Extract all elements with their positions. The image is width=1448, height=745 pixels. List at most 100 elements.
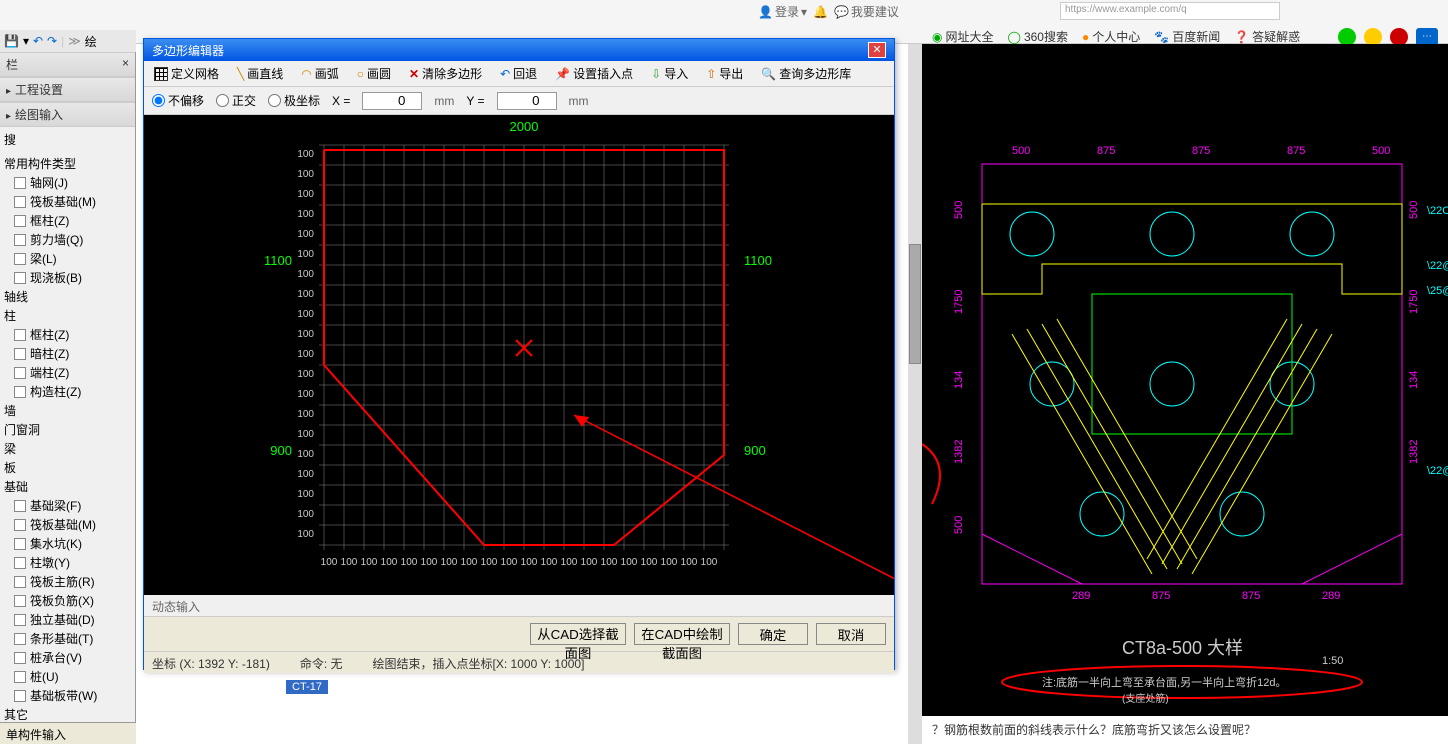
tree-item[interactable]: 框柱(Z) bbox=[0, 325, 135, 344]
tree-item[interactable]: 基础板带(W) bbox=[0, 686, 135, 705]
tree-item[interactable]: 现浇板(B) bbox=[0, 268, 135, 287]
svg-text:100: 100 bbox=[401, 557, 418, 568]
right-scrollbar[interactable] bbox=[908, 44, 922, 744]
tb-draw-line[interactable]: ╲画直线 bbox=[233, 63, 287, 84]
bookmark-all[interactable]: ◉网址大全 bbox=[932, 28, 994, 45]
tree-item[interactable]: 梁(L) bbox=[0, 249, 135, 268]
bookmark-baidu[interactable]: 🐾百度新闻 bbox=[1154, 28, 1220, 45]
svg-text:100: 100 bbox=[681, 557, 698, 568]
tree-item-label: 轴网(J) bbox=[30, 174, 68, 191]
tree-item[interactable]: 轴网(J) bbox=[0, 173, 135, 192]
panel-setting[interactable]: 工程设置 bbox=[0, 77, 135, 102]
tb-draw-arc[interactable]: ◠画弧 bbox=[297, 63, 343, 84]
tree-cat-col[interactable]: 柱 bbox=[0, 306, 135, 325]
bookmark-personal[interactable]: ●个人中心 bbox=[1082, 28, 1140, 45]
x-input[interactable] bbox=[362, 92, 422, 110]
tree-item[interactable]: 筏板基础(M) bbox=[0, 515, 135, 534]
svg-text:100: 100 bbox=[297, 529, 314, 540]
tree-item[interactable]: 框柱(Z) bbox=[0, 211, 135, 230]
circle-icon: ○ bbox=[357, 67, 364, 81]
tree-selected-ct17[interactable]: CT-17 bbox=[286, 680, 328, 694]
svg-text:134: 134 bbox=[1408, 371, 1420, 389]
tree-item-label: 筏板主筋(R) bbox=[30, 573, 95, 590]
bell-icon[interactable]: 🔔 bbox=[813, 5, 828, 19]
svg-text:1382: 1382 bbox=[953, 440, 965, 464]
svg-text:500: 500 bbox=[1408, 201, 1420, 219]
tree-item[interactable]: 剪力墙(Q) bbox=[0, 230, 135, 249]
dynamic-input-row[interactable]: 动态输入 bbox=[144, 595, 894, 617]
tb-query-lib[interactable]: 🔍查询多边形库 bbox=[757, 63, 855, 84]
svg-text:100: 100 bbox=[297, 329, 314, 340]
tree-cat-found[interactable]: 基础 bbox=[0, 477, 135, 496]
tree-cat-slab[interactable]: 板 bbox=[0, 458, 135, 477]
tree-item[interactable]: 独立基础(D) bbox=[0, 610, 135, 629]
btn-cad-draw[interactable]: 在CAD中绘制截面图 bbox=[634, 623, 730, 645]
y-input[interactable] bbox=[497, 92, 557, 110]
item-icon bbox=[14, 614, 26, 626]
dialog-titlebar[interactable]: 多边形编辑器 ✕ bbox=[144, 39, 894, 61]
import-icon: ⇩ bbox=[651, 67, 661, 81]
tree-item[interactable]: 构造柱(Z) bbox=[0, 382, 135, 401]
tb-import[interactable]: ⇩导入 bbox=[647, 63, 692, 84]
tb-clear[interactable]: ✕清除多边形 bbox=[405, 63, 486, 84]
radio-polar[interactable]: 极坐标 bbox=[268, 92, 320, 109]
tb-draw-circle[interactable]: ○画圆 bbox=[353, 63, 395, 84]
svg-text:100: 100 bbox=[297, 149, 314, 160]
undo-icon[interactable]: ↶ bbox=[33, 34, 43, 48]
item-icon bbox=[14, 633, 26, 645]
tb-insert-point[interactable]: 📌设置插入点 bbox=[551, 63, 637, 84]
btn-ok[interactable]: 确定 bbox=[738, 623, 808, 645]
svg-text:100: 100 bbox=[641, 557, 658, 568]
polygon-canvas[interactable]: 2000 1100 1100 900 900 10010010010010010… bbox=[144, 115, 894, 595]
tree-item[interactable]: 柱墩(Y) bbox=[0, 553, 135, 572]
bookmark-360[interactable]: ◯360搜索 bbox=[1008, 28, 1068, 45]
item-icon bbox=[14, 652, 26, 664]
tree-item[interactable]: 暗柱(Z) bbox=[0, 344, 135, 363]
radio-no-offset[interactable]: 不偏移 bbox=[152, 92, 204, 109]
scrollbar-thumb[interactable] bbox=[909, 244, 921, 364]
tree-item[interactable]: 筏板基础(M) bbox=[0, 192, 135, 211]
radio-ortho[interactable]: 正交 bbox=[216, 92, 256, 109]
tool-icon[interactable]: ≫ bbox=[68, 34, 81, 48]
tb-export[interactable]: ⇧导出 bbox=[702, 63, 747, 84]
bookmark-faq[interactable]: ❓答疑解惑 bbox=[1234, 28, 1300, 45]
tree-item[interactable]: 筏板主筋(R) bbox=[0, 572, 135, 591]
login-link[interactable]: 👤 登录 ▾ bbox=[758, 3, 807, 20]
export-icon: ⇧ bbox=[706, 67, 716, 81]
panel-drawinput[interactable]: 绘图输入 bbox=[0, 102, 135, 127]
tree-cat-beam[interactable]: 梁 bbox=[0, 439, 135, 458]
tb-define-grid[interactable]: 定义网格 bbox=[150, 63, 223, 84]
suggest-link[interactable]: 💬 我要建议 bbox=[834, 3, 899, 20]
tree-cat-axis[interactable]: 轴线 bbox=[0, 287, 135, 306]
tree-cat-door[interactable]: 门窗洞 bbox=[0, 420, 135, 439]
tree-item-label: 筏板基础(M) bbox=[30, 193, 96, 210]
btn-cancel[interactable]: 取消 bbox=[816, 623, 886, 645]
tb-back[interactable]: ↶回退 bbox=[496, 63, 541, 84]
tree-item[interactable]: 基础梁(F) bbox=[0, 496, 135, 515]
panel-toolbar-section[interactable]: 栏× bbox=[0, 52, 135, 77]
tree-item[interactable]: 桩(U) bbox=[0, 667, 135, 686]
address-bar[interactable]: https://www.example.com/q bbox=[1060, 2, 1280, 20]
item-icon bbox=[14, 253, 26, 265]
tree-item[interactable]: 筏板负筋(X) bbox=[0, 591, 135, 610]
tree-item[interactable]: 端柱(Z) bbox=[0, 363, 135, 382]
tree-item[interactable]: 条形基础(T) bbox=[0, 629, 135, 648]
svg-text:1100: 1100 bbox=[744, 253, 772, 268]
item-icon bbox=[14, 329, 26, 341]
btn-cad-select[interactable]: 从CAD选择截面图 bbox=[530, 623, 626, 645]
tree-cat-wall[interactable]: 墙 bbox=[0, 401, 135, 420]
tree-item[interactable]: 集水坑(K) bbox=[0, 534, 135, 553]
tree-item-label: 条形基础(T) bbox=[30, 630, 93, 647]
tree-cat-common[interactable]: 常用构件类型 bbox=[0, 154, 135, 173]
redo-icon[interactable]: ↷ bbox=[47, 34, 57, 48]
svg-text:875: 875 bbox=[1242, 590, 1260, 602]
svg-text:500: 500 bbox=[1012, 145, 1030, 157]
dialog-close-button[interactable]: ✕ bbox=[868, 42, 886, 58]
draw-label[interactable]: 绘 bbox=[85, 33, 97, 50]
browser-bookmarks: ◉网址大全 ◯360搜索 ●个人中心 🐾百度新闻 ❓答疑解惑 bbox=[932, 28, 1300, 45]
search-row: 搜 bbox=[0, 127, 135, 152]
svg-text:100: 100 bbox=[421, 557, 438, 568]
save-icon[interactable]: 💾 bbox=[4, 34, 19, 48]
tree-item[interactable]: 桩承台(V) bbox=[0, 648, 135, 667]
dropdown-arrow-icon[interactable]: ▾ bbox=[23, 34, 29, 48]
